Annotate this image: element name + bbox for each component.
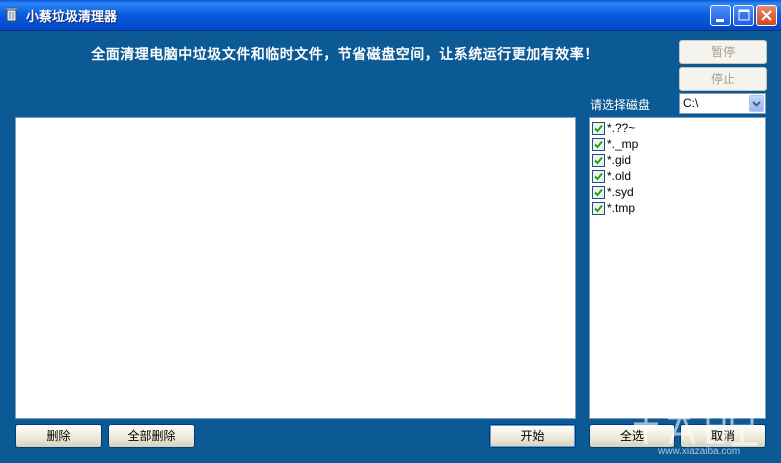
list-item[interactable]: *.syd xyxy=(592,184,634,200)
trash-can-icon xyxy=(6,7,17,22)
list-item[interactable]: *.gid xyxy=(592,152,631,168)
checkmark-icon xyxy=(594,188,603,196)
extension-list[interactable]: *.??~ *._mp *.gid *.old *.syd *.tmp xyxy=(589,117,766,419)
drive-select[interactable]: C:\ xyxy=(679,93,766,114)
window-title: 小蔡垃圾清理器 xyxy=(26,10,118,25)
drive-select-value: C:\ xyxy=(683,96,699,110)
checkbox[interactable] xyxy=(592,185,605,199)
app-window: 小蔡垃圾清理器 全面清理电脑中垃圾文件和临时文件，节省磁盘空间，让系统运行更加有… xyxy=(0,0,781,463)
delete-all-button[interactable]: 全部删除 xyxy=(108,424,195,448)
delete-button[interactable]: 删除 xyxy=(15,424,102,448)
minimize-button[interactable] xyxy=(710,5,731,26)
start-button[interactable]: 开始 xyxy=(489,424,576,448)
list-item[interactable]: *.tmp xyxy=(592,200,635,216)
watermark-text: www.xiazaiba.com xyxy=(658,446,741,457)
checkmark-icon xyxy=(594,140,603,148)
title-bar[interactable]: 小蔡垃圾清理器 xyxy=(0,0,781,31)
list-item[interactable]: *.old xyxy=(592,168,631,184)
checkbox[interactable] xyxy=(592,201,605,215)
extension-label: *.tmp xyxy=(607,201,636,215)
watermark: www.xiazaiba.com xyxy=(624,400,774,460)
checkbox[interactable] xyxy=(592,137,605,151)
extension-label: *.old xyxy=(607,169,632,183)
checkmark-icon xyxy=(594,172,603,180)
maximize-button[interactable] xyxy=(733,5,754,26)
checkmark-icon xyxy=(594,204,603,212)
extension-label: *.syd xyxy=(607,185,634,199)
minimize-icon xyxy=(716,19,724,22)
checkbox[interactable] xyxy=(592,153,605,167)
list-item[interactable]: *.??~ xyxy=(592,120,635,136)
checkbox[interactable] xyxy=(592,121,605,135)
extension-label: *.gid xyxy=(607,153,632,167)
stop-button[interactable]: 停止 xyxy=(679,67,767,91)
list-item[interactable]: *._mp xyxy=(592,136,638,152)
checkmark-icon xyxy=(594,124,603,132)
close-button[interactable] xyxy=(756,5,777,26)
checkbox[interactable] xyxy=(592,169,605,183)
close-icon xyxy=(761,10,772,21)
pause-button[interactable]: 暂停 xyxy=(679,40,767,64)
extension-label: *.??~ xyxy=(607,121,636,135)
dropdown-button[interactable] xyxy=(749,95,764,112)
results-list[interactable] xyxy=(15,117,576,419)
chevron-down-icon xyxy=(752,101,761,107)
extension-label: *._mp xyxy=(607,137,639,151)
headline-text: 全面清理电脑中垃圾文件和临时文件，节省磁盘空间，让系统运行更加有效率！ xyxy=(91,47,599,63)
drive-label: 请选择磁盘 xyxy=(590,98,651,112)
watermark-logo-icon xyxy=(630,408,758,446)
checkmark-icon xyxy=(594,156,603,164)
maximize-icon xyxy=(738,9,750,21)
